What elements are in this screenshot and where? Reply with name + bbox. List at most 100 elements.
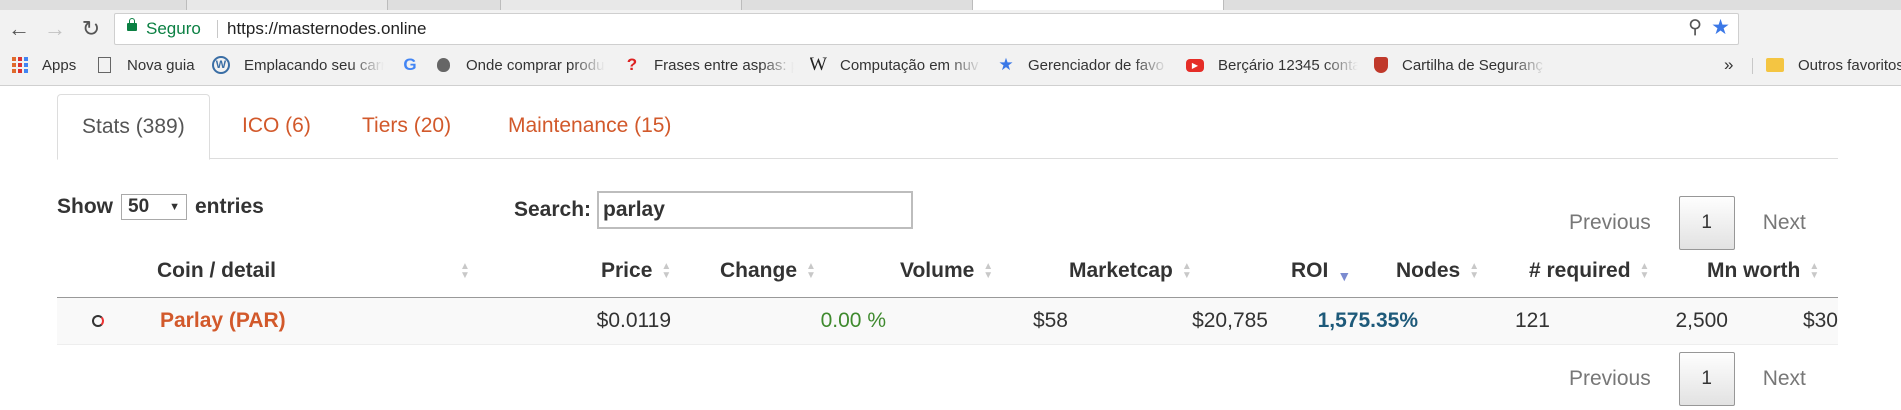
bookmarks-bar: Apps Nova guia W Emplacando seu carr G O…: [0, 46, 1901, 86]
col-label: Marketcap: [1069, 259, 1173, 282]
question-icon: ?: [626, 55, 638, 74]
col-label: Volume: [900, 259, 975, 282]
pagination-top: Previous 1 Next: [1569, 196, 1806, 250]
secure-label: Seguro: [146, 19, 201, 38]
cell-mn-worth: $30: [1802, 309, 1838, 332]
col-roi[interactable]: ROI ▼: [1291, 256, 1351, 286]
entries-select[interactable]: 50 ▼: [121, 194, 187, 220]
sort-icon[interactable]: ▲ ▼: [451, 256, 470, 286]
main-tabs: Stats (389) ICO (6) Tiers (20) Maintenan…: [57, 94, 1838, 160]
bookmark-item[interactable]: ★ Gerenciador de favo: [998, 54, 1168, 76]
bookmark-item[interactable]: Cartilha de Seguranç: [1374, 54, 1546, 76]
bookmark-label: Cartilha de Seguranç: [1402, 56, 1543, 74]
col-label: Coin / detail: [157, 259, 277, 282]
cell-required: 2,500: [1675, 309, 1728, 332]
search-label: Search:: [514, 198, 592, 221]
bookmark-label: Apps: [42, 56, 77, 74]
col-label: ROI: [1291, 259, 1329, 282]
tab-stats[interactable]: Stats (389): [57, 94, 210, 160]
shield-icon: [1374, 57, 1388, 73]
coin-logo-icon: [92, 298, 104, 344]
col-label: # required: [1529, 259, 1631, 282]
bookmark-item[interactable]: ? Frases entre aspas: p: [624, 54, 794, 76]
col-price[interactable]: Price ▲ ▼: [601, 256, 671, 286]
bookmark-item[interactable]: Nova guia: [98, 54, 195, 76]
show-label: Show: [57, 195, 113, 218]
col-marketcap[interactable]: Marketcap ▲ ▼: [1069, 256, 1192, 286]
col-mn-worth[interactable]: Mn worth ▲ ▼: [1707, 256, 1819, 286]
sort-icon: ▲ ▼: [1809, 261, 1820, 281]
zoom-icon[interactable]: ⚲: [1688, 16, 1702, 39]
bookmark-item[interactable]: W Emplacando seu carr: [212, 54, 384, 76]
entries-label: entries: [195, 195, 264, 218]
bookmark-label: Berçário 12345 conta: [1218, 56, 1358, 74]
sort-icon: ▲ ▼: [806, 261, 816, 281]
col-nodes[interactable]: Nodes ▲ ▼: [1396, 256, 1479, 286]
sort-icon: ▲ ▼: [1639, 261, 1650, 281]
bookmark-item[interactable]: ▶ Berçário 12345 conta: [1186, 54, 1358, 76]
cell-change: 0.00 %: [820, 309, 886, 332]
sort-icon: ▲ ▼: [1469, 261, 1480, 281]
col-required[interactable]: # required ▲ ▼: [1529, 256, 1649, 286]
cell-price: $0.0119: [596, 309, 671, 332]
previous-button[interactable]: Previous: [1569, 211, 1651, 235]
next-button[interactable]: Next: [1763, 211, 1806, 235]
bookmark-label: Computação em nuv: [840, 56, 979, 74]
cell-roi: 1,575.35%: [1317, 309, 1418, 332]
folder-icon: [1766, 58, 1784, 72]
sort-desc-icon: ▼: [1337, 268, 1352, 284]
reload-button[interactable]: ↻: [78, 16, 104, 42]
bookmarks-overflow-button[interactable]: »: [1724, 54, 1733, 76]
other-bookmarks-label: Outros favoritos: [1798, 56, 1901, 74]
forward-button[interactable]: →: [42, 16, 68, 42]
bookmark-apps[interactable]: Apps: [12, 54, 76, 76]
other-bookmarks-folder[interactable]: Outros favoritos: [1766, 54, 1901, 76]
back-button[interactable]: ←: [6, 16, 32, 42]
table-row: Parlay (PAR) $0.0119 0.00 % $58 $20,785 …: [57, 298, 1838, 345]
bookmark-label: Frases entre aspas: p: [654, 56, 794, 74]
col-volume[interactable]: Volume ▲ ▼: [900, 256, 993, 286]
next-button[interactable]: Next: [1763, 367, 1806, 391]
bookmark-item[interactable]: Onde comprar produ: [437, 54, 605, 76]
url-text[interactable]: https://masternodes.online: [227, 19, 426, 39]
tab-ico[interactable]: ICO (6): [242, 94, 311, 158]
tab-maintenance[interactable]: Maintenance (15): [508, 94, 671, 158]
bookmark-label: Nova guia: [127, 56, 195, 74]
browser-tab-active[interactable]: [972, 0, 1224, 10]
page-icon: [98, 57, 111, 73]
bookmark-item[interactable]: W Computação em nuv: [810, 54, 982, 76]
lock-icon: [127, 18, 137, 31]
page-1-button[interactable]: 1: [1678, 352, 1735, 406]
bookmark-item[interactable]: G: [402, 54, 418, 76]
cell-marketcap: $20,785: [1192, 309, 1268, 332]
search-control: Search: parlay: [514, 191, 914, 229]
coin-link[interactable]: Parlay (PAR): [160, 298, 286, 344]
length-control: Show 50 ▼ entries: [57, 194, 264, 220]
page-1-button[interactable]: 1: [1678, 196, 1735, 250]
search-input[interactable]: parlay: [597, 191, 914, 229]
tab-tiers[interactable]: Tiers (20): [362, 94, 451, 158]
browser-tab-strip: [0, 0, 1901, 10]
browser-tab[interactable]: [500, 0, 742, 10]
col-label: Mn worth: [1707, 259, 1801, 282]
browser-toolbar: ← → ↻ Seguro https://masternodes.online …: [0, 10, 1901, 46]
sort-icon: ▲ ▼: [983, 261, 994, 281]
browser-tab[interactable]: [186, 0, 388, 10]
apple-icon: [437, 58, 450, 72]
wikipedia-icon: W: [810, 54, 827, 75]
caret-down-icon: ▼: [169, 201, 180, 213]
star-icon: ★: [998, 55, 1014, 74]
address-bar[interactable]: Seguro https://masternodes.online ⚲ ★: [114, 13, 1739, 45]
sort-icon: ▲ ▼: [1181, 261, 1192, 281]
wordpress-icon: W: [212, 56, 230, 74]
col-label: Nodes: [1396, 259, 1461, 282]
table-header: Coin / detail ▲ ▼ Price ▲ ▼ Change ▲ ▼ Volume…: [57, 246, 1838, 298]
youtube-icon: ▶: [1186, 58, 1204, 72]
bookmark-star-icon[interactable]: ★: [1711, 15, 1730, 40]
col-coin[interactable]: Coin / detail: [157, 256, 276, 286]
entries-value: 50: [128, 196, 150, 217]
omnibox-separator: [217, 20, 218, 38]
col-change[interactable]: Change ▲ ▼: [720, 256, 816, 286]
previous-button[interactable]: Previous: [1569, 367, 1651, 391]
bookmark-label: Gerenciador de favo: [1028, 56, 1164, 74]
